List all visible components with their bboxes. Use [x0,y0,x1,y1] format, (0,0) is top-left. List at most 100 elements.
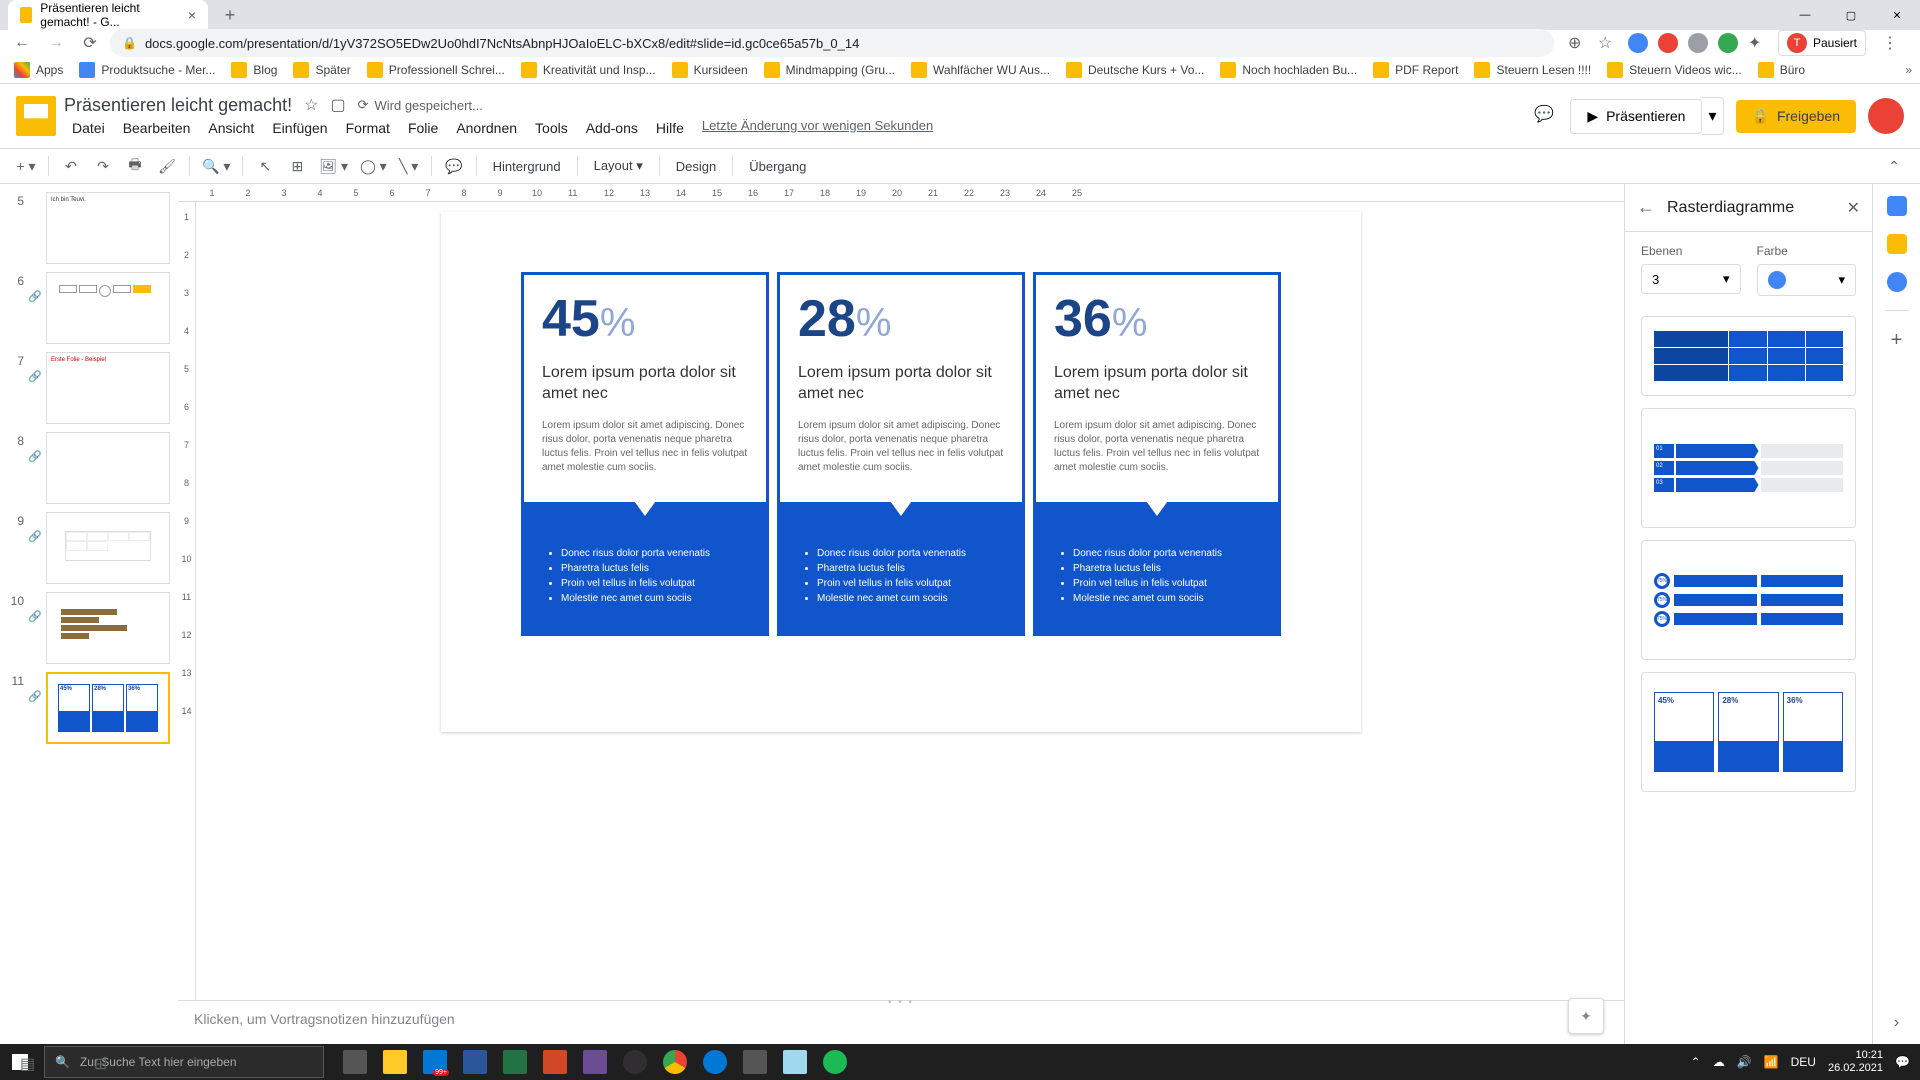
close-window-button[interactable]: ✕ [1874,0,1920,30]
shape-button[interactable]: ◯ ▾ [356,152,391,180]
bookmark-item[interactable]: Kursideen [666,60,754,80]
menu-help[interactable]: Hilfe [648,118,692,138]
tasks-icon[interactable] [1887,272,1907,292]
canvas-scroll[interactable]: 1234567891011121314 45% Lorem ipsum port… [178,202,1624,1000]
slide-thumbnail-8[interactable]: 8 🔗 [0,428,178,508]
menu-file[interactable]: Datei [64,118,113,138]
last-edit-link[interactable]: Letzte Änderung vor wenigen Sekunden [702,118,933,138]
line-button[interactable]: ╲ ▾ [395,152,423,180]
menu-view[interactable]: Ansicht [200,118,262,138]
slide-thumbnail-11[interactable]: 11 🔗 45% 28% 36% [0,668,178,748]
extensions-menu-icon[interactable]: ✦ [1748,33,1768,53]
task-view-icon[interactable] [336,1044,374,1080]
word-icon[interactable] [456,1044,494,1080]
file-explorer-icon[interactable] [376,1044,414,1080]
back-button[interactable]: ← [8,29,36,57]
maximize-button[interactable]: ▢ [1828,0,1874,30]
info-card-3[interactable]: 36% Lorem ipsum porta dolor sit amet nec… [1033,272,1281,692]
bookmark-item[interactable]: Mindmapping (Gru... [758,60,901,80]
bookmark-item[interactable]: Kreativität und Insp... [515,60,662,80]
extension-icon[interactable] [1628,33,1648,53]
diagram-template-3[interactable]: 75%75%75% [1641,540,1856,660]
expand-sidebar-icon[interactable]: › [1894,1014,1899,1032]
onedrive-icon[interactable]: ☁ [1713,1055,1725,1069]
speaker-notes[interactable]: • • • Klicken, um Vortragsnotizen hinzuz… [178,1000,1624,1044]
volume-icon[interactable]: 🔊 [1737,1055,1752,1069]
tray-chevron-icon[interactable]: ⌃ [1691,1055,1701,1069]
textbox-button[interactable]: ⊞ [283,152,311,180]
back-arrow-icon[interactable]: ← [1637,197,1655,218]
explore-button[interactable]: ✦ [1568,998,1604,1034]
browser-menu-icon[interactable]: ⋮ [1876,29,1904,57]
profile-avatar[interactable] [1868,98,1904,134]
collapse-toolbar-icon[interactable]: ⌃ [1880,152,1908,180]
slide-thumbnail-9[interactable]: 9 🔗 [0,508,178,588]
powerpoint-icon[interactable] [536,1044,574,1080]
slides-logo-icon[interactable] [16,96,56,136]
bookmark-item[interactable]: PDF Report [1367,60,1464,80]
keep-icon[interactable] [1887,234,1907,254]
diagram-template-2[interactable]: 010203 [1641,408,1856,528]
star-icon[interactable]: ☆ [304,95,318,115]
clock[interactable]: 10:21 26.02.2021 [1828,1049,1883,1075]
chrome-icon[interactable] [656,1044,694,1080]
calendar-icon[interactable] [1887,196,1907,216]
layout-button[interactable]: Layout ▾ [586,158,651,174]
menu-format[interactable]: Format [338,118,398,138]
present-button[interactable]: ▶ Präsentieren [1570,99,1702,134]
bookmark-item[interactable]: Deutsche Kurs + Vo... [1060,60,1210,80]
add-addon-icon[interactable]: + [1887,329,1907,349]
color-select[interactable]: ▾ [1757,264,1857,296]
slide-thumbnail-6[interactable]: 6 🔗 [0,268,178,348]
notifications-icon[interactable]: 💬 [1895,1055,1910,1069]
diagram-template-4[interactable]: 45% 28% 36% [1641,672,1856,792]
extension-icon[interactable] [1718,33,1738,53]
select-tool-button[interactable]: ↖ [251,152,279,180]
menu-slide[interactable]: Folie [400,118,446,138]
bookmark-star-icon[interactable]: ☆ [1598,33,1618,53]
slide-canvas[interactable]: 45% Lorem ipsum porta dolor sit amet nec… [441,212,1361,732]
notes-resize-handle[interactable]: • • • [888,997,914,1008]
bookmark-item[interactable]: Büro [1752,60,1811,80]
zoom-icon[interactable]: ⊕ [1568,33,1588,53]
move-icon[interactable]: ▢ [330,95,345,115]
app-icon[interactable] [576,1044,614,1080]
bookmark-item[interactable]: Professionell Schrei... [361,60,511,80]
minimize-button[interactable]: — [1782,0,1828,30]
slide-thumbnail-7[interactable]: 7 🔗 Erste Folie - Beispiel [0,348,178,428]
reload-button[interactable]: ⟳ [76,29,104,57]
wifi-icon[interactable]: 📶 [1764,1055,1779,1069]
zoom-button[interactable]: 🔍 ▾ [198,152,234,180]
app-icon[interactable] [736,1044,774,1080]
extension-icon[interactable] [1658,33,1678,53]
bookmark-item[interactable]: Steuern Lesen !!!! [1468,60,1597,80]
bookmark-item[interactable]: Blog [225,60,283,80]
obs-icon[interactable] [616,1044,654,1080]
menu-arrange[interactable]: Anordnen [448,118,525,138]
image-button[interactable]: 🖼 ▾ [315,152,352,180]
excel-icon[interactable] [496,1044,534,1080]
edge-icon[interactable]: 99+ [416,1044,454,1080]
paint-format-button[interactable]: 🖌 [153,152,181,180]
bookmark-item[interactable]: Später [287,60,356,80]
document-title[interactable]: Präsentieren leicht gemacht! [64,95,292,116]
bookmark-item[interactable]: Steuern Videos wic... [1601,60,1748,80]
bookmark-item[interactable]: Produktsuche - Mer... [73,60,221,80]
menu-tools[interactable]: Tools [527,118,576,138]
new-slide-button[interactable]: + ▾ [12,152,40,180]
menu-edit[interactable]: Bearbeiten [115,118,199,138]
bookmarks-overflow-icon[interactable]: » [1905,63,1912,77]
transition-button[interactable]: Übergang [741,159,814,174]
present-dropdown[interactable]: ▾ [1702,97,1723,135]
url-bar[interactable]: 🔒 docs.google.com/presentation/d/1yV372S… [110,29,1554,57]
language-indicator[interactable]: DEU [1791,1055,1816,1069]
slide-thumbnail-5[interactable]: 5 Ich bin Teuvi. [0,188,178,268]
menu-addons[interactable]: Add-ons [578,118,646,138]
profile-paused-button[interactable]: T Pausiert [1778,30,1866,56]
bookmark-apps[interactable]: Apps [8,60,69,80]
forward-button[interactable]: → [42,29,70,57]
new-tab-button[interactable]: + [216,5,244,26]
print-button[interactable]: 🖶 [121,152,149,180]
notepad-icon[interactable] [776,1044,814,1080]
levels-select[interactable]: 3 ▾ [1641,264,1741,294]
